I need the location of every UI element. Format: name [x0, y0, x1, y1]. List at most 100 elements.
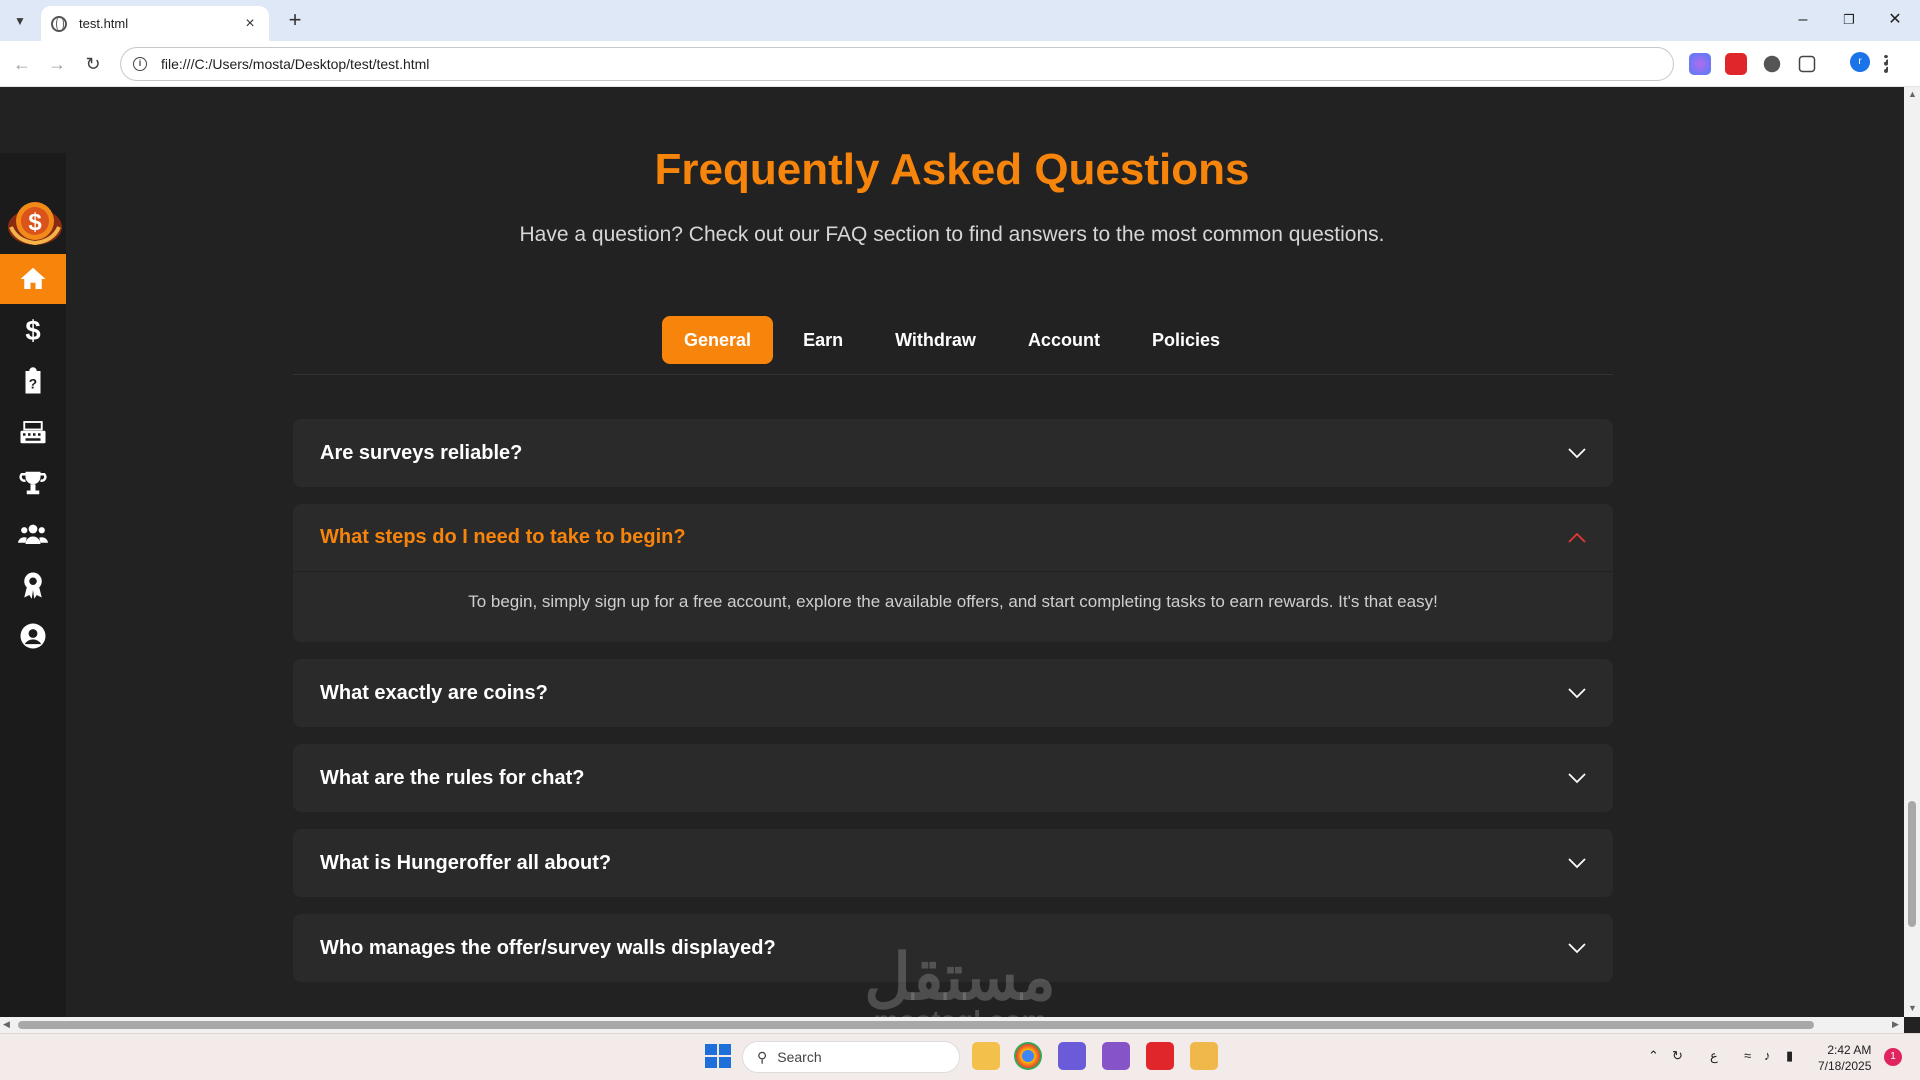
- browser-toolbar: ← → ↻ i file:///C:/Users/mosta/Desktop/t…: [0, 41, 1920, 87]
- faq-list: Are surveys reliable? What steps do I ne…: [293, 419, 1613, 999]
- scroll-up-icon[interactable]: ▲: [1908, 89, 1917, 99]
- start-tile: [719, 1044, 731, 1055]
- faq-question-toggle[interactable]: What exactly are coins?: [293, 659, 1613, 727]
- forward-button[interactable]: →: [43, 50, 71, 78]
- faq-question-toggle[interactable]: What are the rules for chat?: [293, 744, 1613, 812]
- tab-title: test.html: [79, 16, 129, 31]
- faq-item: What is Hungeroffer all about?: [293, 829, 1613, 897]
- sync-icon[interactable]: ↻: [1672, 1048, 1683, 1064]
- clock[interactable]: 2:42 AM 7/18/2025: [1818, 1042, 1871, 1074]
- file-explorer-icon[interactable]: [972, 1042, 1000, 1070]
- faq-question: What is Hungeroffer all about?: [320, 851, 612, 874]
- vertical-scroll-thumb[interactable]: [1908, 801, 1916, 927]
- vertical-scrollbar[interactable]: ▲ ▼: [1904, 87, 1920, 1017]
- menu-kebab-icon[interactable]: [1884, 55, 1888, 73]
- faq-question: What exactly are coins?: [320, 681, 548, 704]
- taskbar: ⚲ Search ⌃ ↻ ع ≈ ♪ ▮ 2:42 AM 7/18/2025 1: [0, 1033, 1920, 1080]
- extension-3-icon[interactable]: [1763, 55, 1781, 73]
- close-tab-icon[interactable]: ×: [241, 15, 259, 33]
- chevron-down-icon: [1568, 688, 1586, 699]
- watermark: مستقل mostaql.com: [840, 945, 1080, 1018]
- start-tile: [719, 1057, 731, 1068]
- scroll-down-icon[interactable]: ▼: [1908, 1003, 1917, 1013]
- browser-tab[interactable]: test.html ×: [41, 6, 269, 41]
- minimize-button[interactable]: –: [1780, 6, 1826, 34]
- volume-icon[interactable]: ♪: [1764, 1048, 1771, 1063]
- scroll-left-icon[interactable]: ◀: [3, 1019, 10, 1030]
- chevron-up-icon: [1568, 532, 1586, 543]
- tab-policies[interactable]: Policies: [1130, 316, 1242, 364]
- home-icon: [20, 267, 46, 289]
- extensions-puzzle-icon[interactable]: [1798, 55, 1816, 73]
- visual-studio-icon[interactable]: [1102, 1042, 1130, 1070]
- new-tab-button[interactable]: +: [282, 8, 308, 34]
- faq-title: Frequently Asked Questions: [654, 145, 1250, 194]
- sidebar-item-leaderboard[interactable]: [0, 458, 66, 508]
- scroll-right-icon[interactable]: ▶: [1892, 1019, 1899, 1030]
- faq-subtitle: Have a question? Check out our FAQ secti…: [519, 223, 1385, 246]
- user-circle-icon: [20, 623, 46, 649]
- tab-earn[interactable]: Earn: [781, 316, 865, 364]
- sidebar-item-keyboard[interactable]: [0, 407, 66, 457]
- vs-code-icon[interactable]: [1058, 1042, 1086, 1070]
- url-text: file:///C:/Users/mosta/Desktop/test/test…: [161, 56, 430, 72]
- tab-account[interactable]: Account: [1006, 316, 1122, 364]
- keyboard-icon: [20, 421, 46, 444]
- sidebar-item-profile[interactable]: [0, 611, 66, 661]
- tab-withdraw[interactable]: Withdraw: [873, 316, 998, 364]
- start-icon[interactable]: [703, 1042, 731, 1070]
- trophy-icon: [19, 471, 47, 495]
- site-info-icon[interactable]: i: [133, 57, 147, 71]
- watermark-latin: mostaql.com: [840, 1007, 1080, 1018]
- language-indicator[interactable]: ع: [1710, 1048, 1718, 1064]
- wifi-icon[interactable]: ≈: [1744, 1048, 1751, 1063]
- clock-time: 2:42 AM: [1827, 1043, 1872, 1057]
- search-placeholder: Search: [777, 1049, 822, 1065]
- taskbar-search[interactable]: ⚲ Search: [742, 1041, 960, 1073]
- address-bar[interactable]: i file:///C:/Users/mosta/Desktop/test/te…: [120, 47, 1674, 81]
- reload-button[interactable]: ↻: [79, 50, 107, 78]
- chrome-icon[interactable]: [1014, 1042, 1042, 1070]
- extension-1-icon[interactable]: [1689, 53, 1711, 75]
- back-button[interactable]: ←: [8, 50, 36, 78]
- notification-badge[interactable]: 1: [1884, 1048, 1902, 1066]
- faq-question: Who manages the offer/survey walls displ…: [320, 936, 776, 959]
- faq-item: What steps do I need to take to begin? T…: [293, 504, 1613, 642]
- sidebar-item-home[interactable]: [0, 254, 66, 304]
- restore-button[interactable]: ❐: [1826, 6, 1872, 34]
- faq-question: What are the rules for chat?: [320, 766, 585, 789]
- start-tile: [705, 1057, 717, 1068]
- page-viewport: $ $ ? Frequently Asked Questions Have a …: [0, 87, 1904, 1017]
- chevron-down-icon: [1568, 943, 1586, 954]
- faq-question-toggle[interactable]: Are surveys reliable?: [293, 419, 1613, 487]
- tray-chevron-icon[interactable]: ⌃: [1648, 1048, 1659, 1064]
- faq-answer: To begin, simply sign up for a free acco…: [468, 592, 1438, 611]
- award-icon: [24, 572, 42, 599]
- horizontal-scrollbar[interactable]: ◀ ▶: [0, 1017, 1904, 1033]
- clock-date: 7/18/2025: [1818, 1059, 1872, 1073]
- chevron-down-icon: [1568, 448, 1586, 459]
- horizontal-scroll-thumb[interactable]: [18, 1021, 1814, 1029]
- wps-office-icon[interactable]: [1146, 1042, 1174, 1070]
- close-window-button[interactable]: ✕: [1872, 6, 1918, 34]
- browser-tabbar: ▼ test.html × + – ❐ ✕: [0, 0, 1920, 41]
- faq-item: What are the rules for chat?: [293, 744, 1613, 812]
- tab-search-button[interactable]: ▼: [8, 9, 32, 33]
- faq-question: Are surveys reliable?: [320, 441, 523, 464]
- faq-question-toggle[interactable]: What steps do I need to take to begin?: [293, 504, 1613, 572]
- faq-item: What exactly are coins?: [293, 659, 1613, 727]
- chevron-down-icon: [1568, 858, 1586, 869]
- chevron-down-icon: [1568, 773, 1586, 784]
- faq-item: Are surveys reliable?: [293, 419, 1613, 487]
- faq-question-toggle[interactable]: What is Hungeroffer all about?: [293, 829, 1613, 897]
- svg-text:?: ?: [29, 377, 37, 392]
- users-icon: [18, 524, 48, 544]
- profile-avatar[interactable]: r: [1850, 52, 1870, 72]
- sidebar-item-rewards[interactable]: [0, 560, 66, 610]
- extension-2-icon[interactable]: [1725, 53, 1747, 75]
- clipboard-question-icon: ?: [25, 367, 41, 394]
- app-icon[interactable]: [1190, 1042, 1218, 1070]
- battery-icon[interactable]: ▮: [1786, 1048, 1793, 1064]
- tab-general[interactable]: General: [662, 316, 774, 364]
- sidebar-item-referrals[interactable]: [0, 509, 66, 559]
